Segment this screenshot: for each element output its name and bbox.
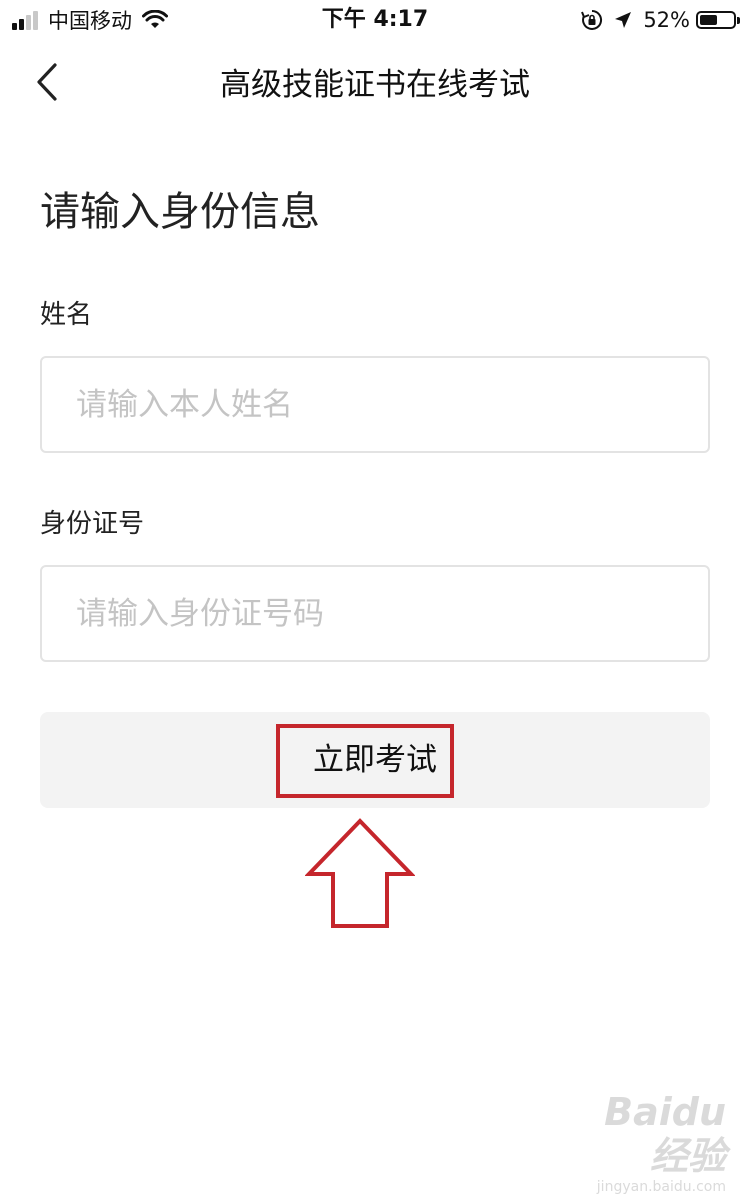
status-bar: 中国移动 下午 4:17 52% bbox=[0, 0, 750, 40]
id-number-label: 身份证号 bbox=[40, 509, 145, 539]
id-number-input[interactable] bbox=[42, 567, 708, 660]
id-number-field-container bbox=[40, 565, 710, 662]
form-heading: 请输入身份信息 bbox=[40, 189, 320, 235]
page-title: 高级技能证书在线考试 bbox=[220, 67, 530, 103]
watermark: Baidu经验 jingyan.baidu.com bbox=[576, 1090, 726, 1196]
annotation-highlight-box bbox=[276, 724, 454, 798]
name-input[interactable] bbox=[42, 358, 708, 451]
rotation-lock-icon bbox=[581, 9, 603, 31]
name-field-container bbox=[40, 356, 710, 453]
arrow-up-outline-icon bbox=[304, 818, 416, 934]
battery-level bbox=[700, 15, 717, 25]
battery-icon bbox=[696, 11, 740, 29]
battery-percent: 52% bbox=[643, 8, 690, 32]
navigation-bar: 高级技能证书在线考试 bbox=[0, 45, 750, 125]
status-bar-right: 52% bbox=[581, 6, 740, 34]
name-label: 姓名 bbox=[40, 300, 93, 330]
location-arrow-icon bbox=[613, 10, 633, 30]
watermark-logo: Baidu经验 bbox=[604, 1090, 726, 1178]
watermark-url: jingyan.baidu.com bbox=[596, 1179, 726, 1195]
